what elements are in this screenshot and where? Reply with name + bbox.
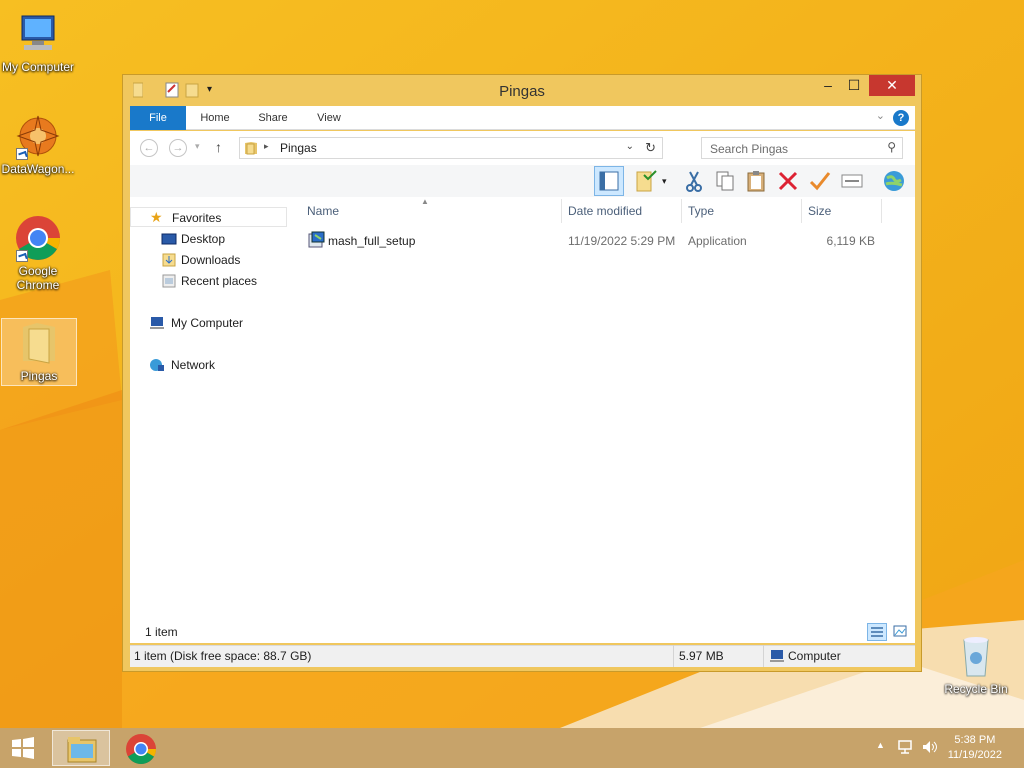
globe-icon[interactable] <box>882 169 906 193</box>
command-toolbar: ▾ <box>130 165 915 197</box>
file-type: Application <box>688 234 747 248</box>
status-bar: 1 item (Disk free space: 88.7 GB) 5.97 M… <box>130 645 915 667</box>
clock-date: 11/19/2022 <box>947 749 1002 761</box>
computer-icon <box>149 316 165 330</box>
cut-icon[interactable] <box>682 169 706 193</box>
show-hidden-icons-icon[interactable]: ▲ <box>876 740 885 750</box>
address-path: Pingas <box>280 141 317 155</box>
shortcut-arrow-icon <box>16 148 28 160</box>
desktop-icon-label: Recycle Bin <box>944 682 1008 696</box>
nav-favorites[interactable]: ★ Favorites <box>130 207 287 227</box>
start-button[interactable] <box>8 736 38 760</box>
title-bar[interactable]: ▾ Pingas ‒ ☐ ✕ <box>123 75 921 105</box>
desktop-icon-recycle-bin[interactable]: Recycle Bin <box>940 632 1012 696</box>
chevron-right-icon[interactable]: ▸ <box>264 141 269 152</box>
rename-checkmark-icon[interactable] <box>808 169 832 193</box>
folder-icon <box>244 141 258 158</box>
chrome-icon <box>124 732 158 768</box>
file-explorer-icon <box>66 734 98 767</box>
application-icon <box>308 231 325 251</box>
details-view-icon[interactable] <box>867 623 887 641</box>
minimize-button[interactable]: ‒ <box>815 75 841 96</box>
tab-view[interactable]: View <box>306 106 352 130</box>
file-list: ▲ Name Date modified Type Size mash_full… <box>295 197 915 631</box>
nav-label: My Computer <box>171 316 244 330</box>
taskbar-chrome[interactable] <box>124 732 158 768</box>
status-free-space: 1 item (Disk free space: 88.7 GB) <box>134 649 312 663</box>
up-button[interactable]: ↑ <box>215 139 222 155</box>
datawagon-icon <box>14 112 62 160</box>
back-button[interactable]: ← <box>140 139 158 157</box>
desktop-icon-google-chrome[interactable]: Google Chrome <box>0 214 76 292</box>
desktop-icon-label: Google Chrome <box>16 264 60 292</box>
desktop-icon-label: Pingas <box>20 369 58 383</box>
file-name: mash_full_setup <box>328 234 416 248</box>
folder-icon <box>15 319 63 367</box>
address-dropdown-icon[interactable]: ⌄ <box>626 141 634 152</box>
desktop-icon-label: DataWagon... <box>1 162 75 176</box>
nav-label: Network <box>171 358 216 372</box>
preview-pane-icon[interactable] <box>594 166 624 196</box>
nav-label: Favorites <box>172 211 222 225</box>
large-icons-view-icon[interactable] <box>891 623 911 641</box>
taskbar: ▲ 5:38 PM 11/19/2022 <box>0 728 1024 768</box>
clock[interactable]: 5:38 PM 11/19/2022 <box>948 733 1002 763</box>
volume-icon[interactable] <box>921 739 939 758</box>
expand-ribbon-icon[interactable]: ⌄ <box>876 109 885 122</box>
network-icon <box>149 358 165 372</box>
dropdown-icon[interactable]: ▾ <box>662 169 672 193</box>
window-title: Pingas <box>499 83 545 100</box>
downloads-folder-icon <box>161 253 177 267</box>
desktop-icon-datawagon[interactable]: DataWagon... <box>0 112 76 176</box>
delete-icon[interactable] <box>776 169 800 193</box>
status-separator <box>763 645 764 667</box>
taskbar-file-explorer[interactable] <box>52 730 110 766</box>
recent-locations-icon[interactable]: ▾ <box>195 141 200 152</box>
maximize-button[interactable]: ☐ <box>841 75 867 96</box>
explorer-window: ▾ Pingas ‒ ☐ ✕ File Home Share View ⌄ ? … <box>122 74 922 672</box>
nav-label: Downloads <box>181 253 241 267</box>
recent-places-icon <box>161 274 177 288</box>
nav-label: Recent places <box>181 274 258 288</box>
nav-label: Desktop <box>181 232 226 246</box>
file-size: 6,119 KB <box>826 234 875 248</box>
ribbon-tabs: File Home Share View ⌄ ? <box>130 106 915 130</box>
search-input[interactable]: Search Pingas ⚲ <box>701 137 903 159</box>
forward-button[interactable]: → <box>169 139 187 157</box>
computer-icon <box>769 649 785 669</box>
status-separator <box>673 645 674 667</box>
address-field[interactable]: ▸ Pingas ⌄ ↻ <box>239 137 663 159</box>
tab-file[interactable]: File <box>130 106 186 130</box>
file-date: 11/19/2022 5:29 PM <box>568 234 676 248</box>
paste-icon[interactable] <box>744 169 768 193</box>
desktop-icon-label: My Computer <box>1 60 75 74</box>
address-bar-row: ← → ▾ ↑ ▸ Pingas ⌄ ↻ Search Pingas ⚲ <box>130 131 915 165</box>
computer-icon <box>14 10 62 58</box>
navigation-pane: ★ Favorites Desktop Downloads Recent pla… <box>130 197 295 631</box>
select-folder-icon[interactable] <box>634 169 658 193</box>
search-icon[interactable]: ⚲ <box>887 140 896 154</box>
close-button[interactable]: ✕ <box>869 75 915 96</box>
search-placeholder: Search Pingas <box>710 142 789 156</box>
refresh-icon[interactable]: ↻ <box>645 140 656 156</box>
desktop-icon-my-computer[interactable]: My Computer <box>0 10 76 74</box>
status-location: Computer <box>788 649 841 663</box>
star-icon: ★ <box>150 209 163 225</box>
item-count-bar: 1 item <box>130 621 915 643</box>
clock-time: 5:38 PM <box>954 734 996 746</box>
desktop-icon-pingas[interactable]: Pingas <box>1 318 77 386</box>
status-size: 5.97 MB <box>679 649 724 663</box>
recycle-bin-icon <box>952 632 1000 680</box>
tab-share[interactable]: Share <box>250 106 296 130</box>
item-count: 1 item <box>145 625 178 639</box>
help-icon[interactable]: ? <box>893 110 909 126</box>
desktop-icon <box>161 232 177 246</box>
tab-home[interactable]: Home <box>192 106 238 130</box>
chrome-icon <box>14 214 62 262</box>
copy-icon[interactable] <box>713 169 737 193</box>
properties-window-icon[interactable] <box>840 169 864 193</box>
table-row[interactable]: mash_full_setup 11/19/2022 5:29 PM Appli… <box>295 197 895 257</box>
network-tray-icon[interactable] <box>897 739 913 758</box>
shortcut-arrow-icon <box>16 250 28 262</box>
